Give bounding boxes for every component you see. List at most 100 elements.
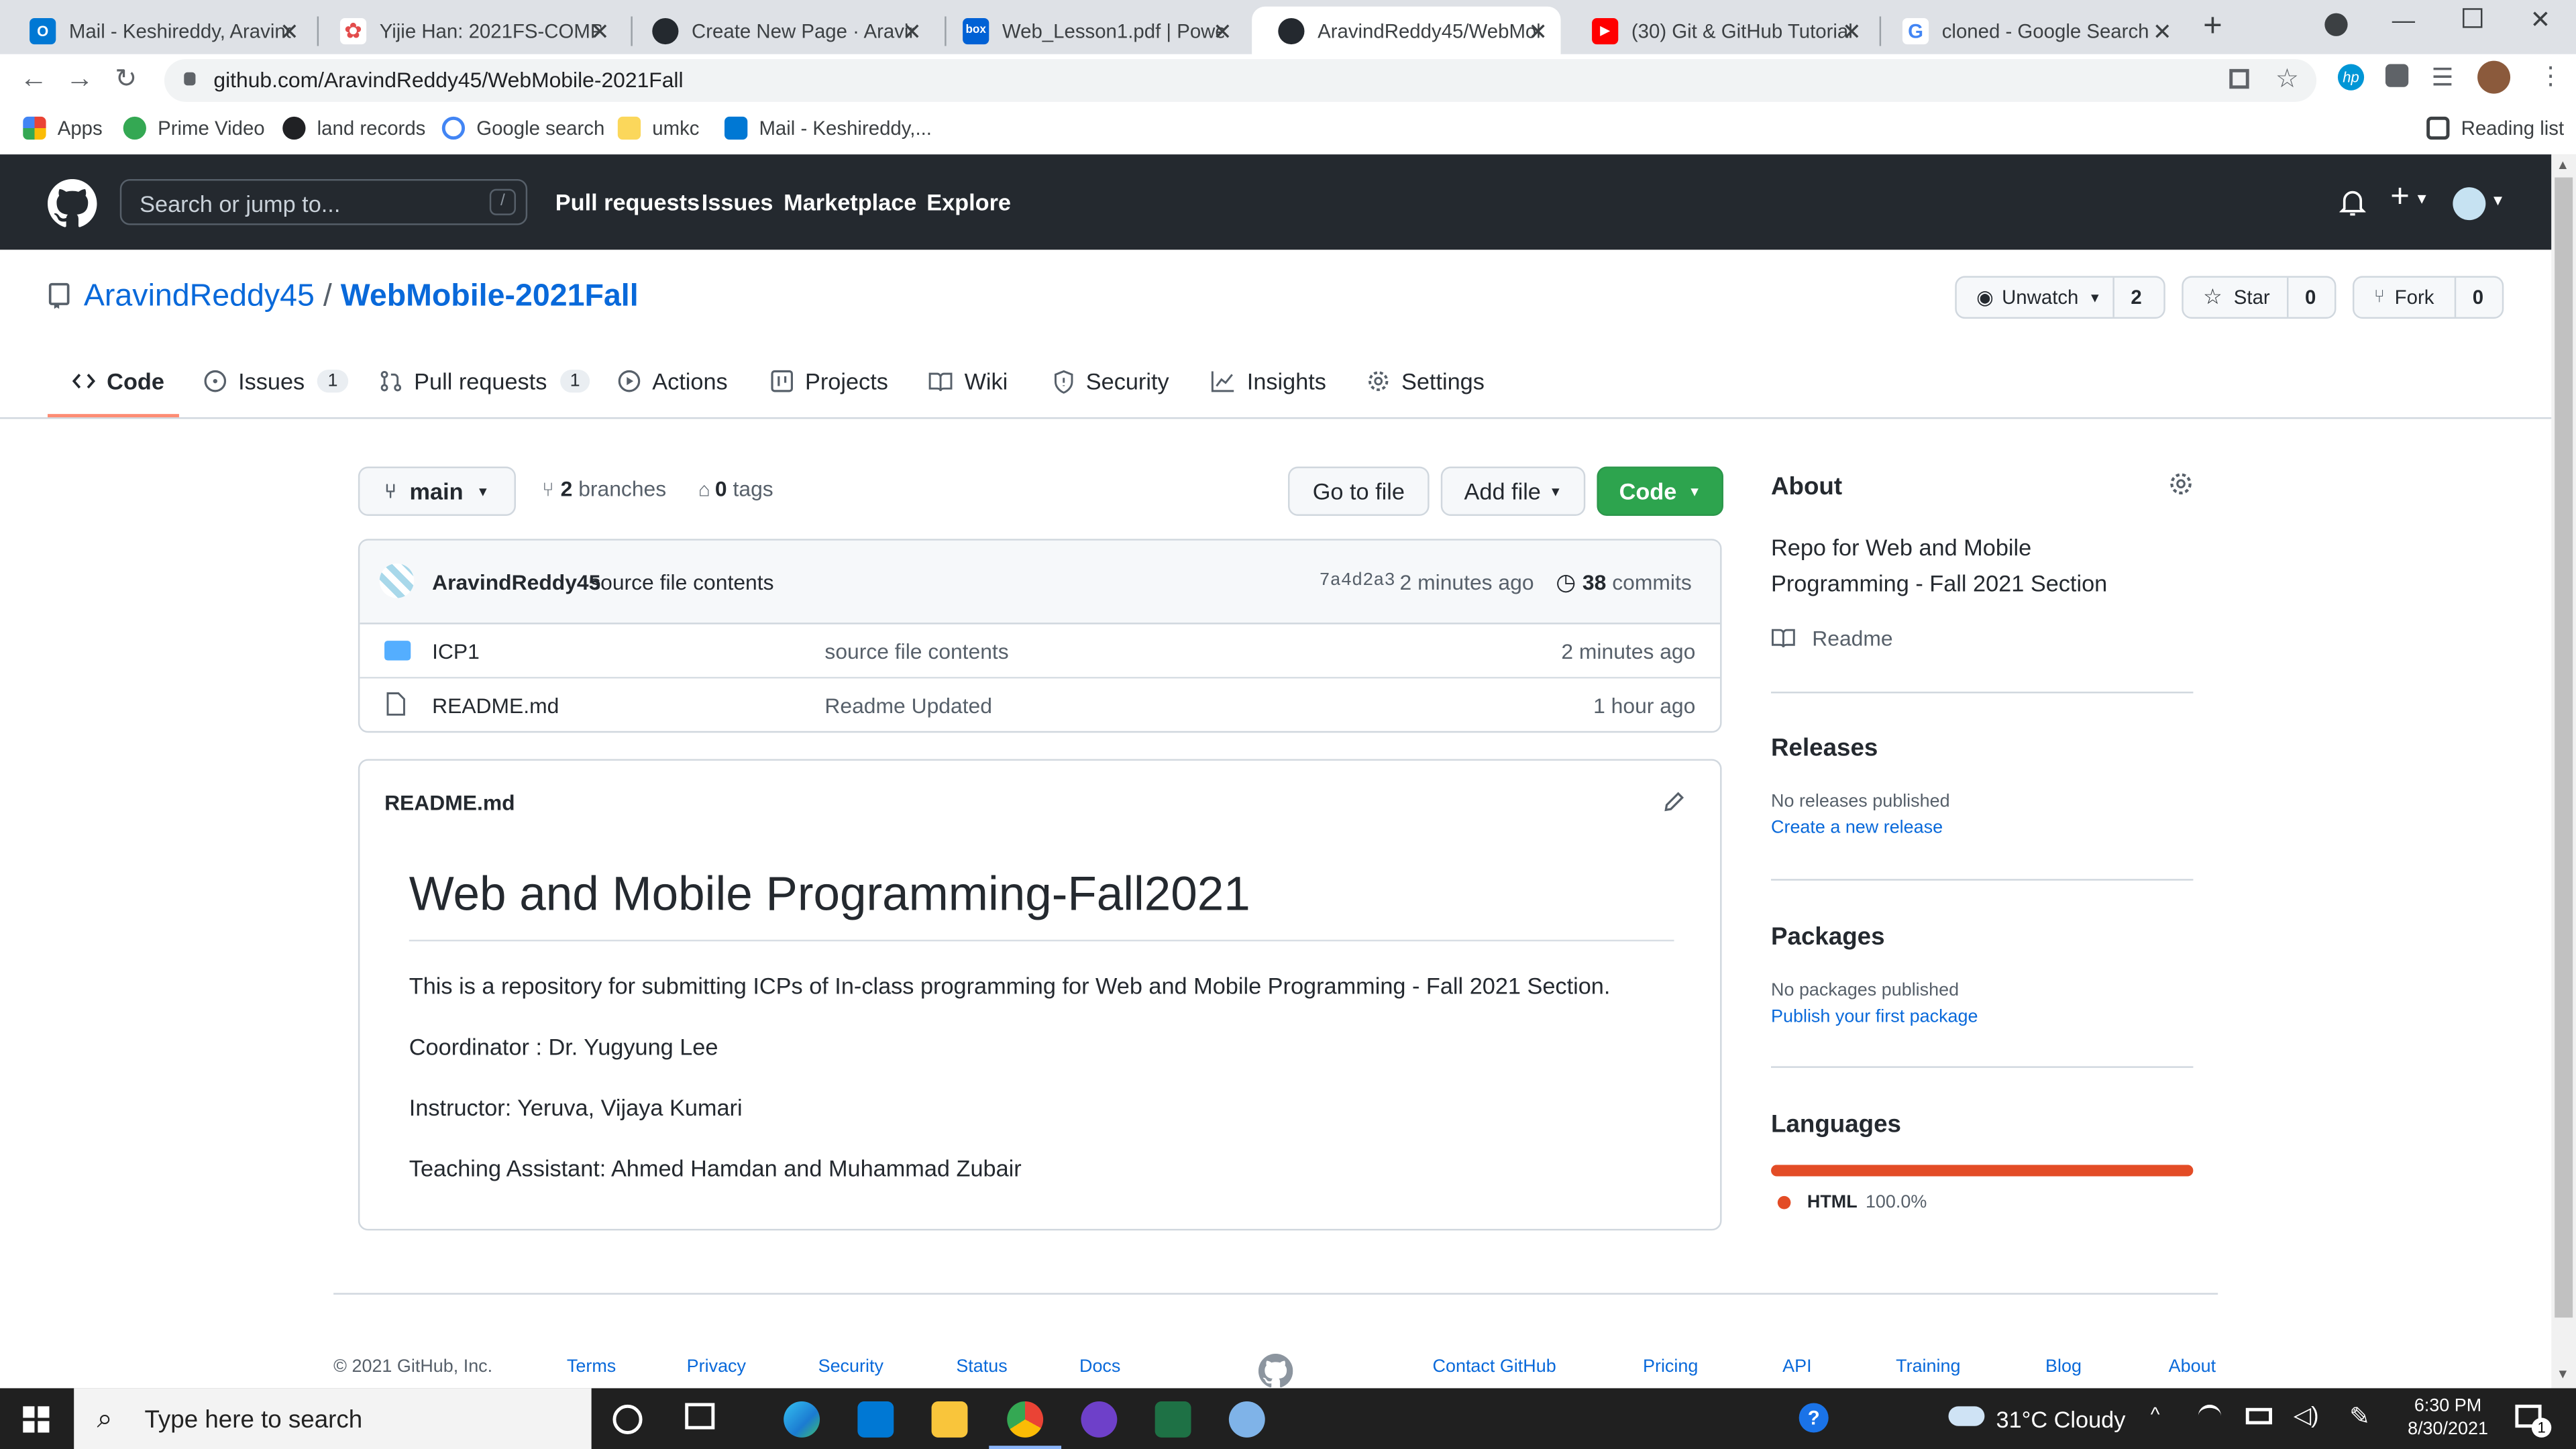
footer-link-docs[interactable]: Docs xyxy=(1079,1357,1120,1377)
reading-list[interactable]: Reading list xyxy=(2426,116,2564,140)
bookmark-google-search[interactable]: Google search xyxy=(441,116,604,140)
readme-link[interactable]: Readme xyxy=(1771,626,1893,651)
close-icon[interactable]: ✕ xyxy=(280,18,299,46)
new-tab-icon[interactable]: + xyxy=(2203,8,2222,46)
volume-icon[interactable]: ◁) xyxy=(2294,1401,2319,1430)
help-icon[interactable]: ? xyxy=(1799,1403,1829,1433)
tab-search-icon[interactable] xyxy=(2324,13,2348,36)
star-button[interactable]: ☆ Star 0 xyxy=(2182,276,2337,319)
footer-link-blog[interactable]: Blog xyxy=(2045,1357,2082,1377)
packages-heading[interactable]: Packages xyxy=(1771,923,1885,951)
language-html[interactable]: HTML 100.0% xyxy=(1777,1193,1927,1212)
profile-avatar[interactable] xyxy=(2477,60,2511,94)
branch-select-button[interactable]: ⑂ main ▼ xyxy=(358,466,516,516)
github-logo-icon[interactable] xyxy=(1258,1353,1293,1388)
close-icon[interactable]: ✕ xyxy=(1213,18,1232,46)
scroll-down-icon[interactable]: ▼ xyxy=(2557,1367,2569,1382)
browser-tab-mail[interactable]: O Mail - Keshireddy, Aravind ✕ xyxy=(3,7,312,54)
tab-issues[interactable]: Issues 1 xyxy=(204,368,348,394)
nav-explore[interactable]: Explore xyxy=(926,189,1011,215)
close-icon[interactable]: ✕ xyxy=(1842,18,1862,46)
address-bar[interactable]: github.com/AravindReddy45/WebMobile-2021… xyxy=(164,59,2317,102)
store-icon[interactable] xyxy=(857,1401,894,1438)
browser-tab-active[interactable]: AravindReddy45/WebMobi ✕ xyxy=(1252,6,1561,54)
qr-code-icon[interactable] xyxy=(2229,68,2249,89)
close-icon[interactable]: ✕ xyxy=(2153,18,2172,46)
bookmark-umkc[interactable]: umkc xyxy=(617,116,699,140)
cloud-weather-icon[interactable] xyxy=(1948,1406,1985,1426)
minimize-icon[interactable]: — xyxy=(2392,7,2415,33)
close-icon[interactable]: ✕ xyxy=(1528,18,1548,46)
create-new-icon[interactable]: + ▼ xyxy=(2390,179,2429,217)
repo-owner-link[interactable]: AravindReddy45 xyxy=(84,279,315,313)
footer-link-terms[interactable]: Terms xyxy=(567,1357,616,1377)
browser-tab-create-page[interactable]: Create New Page · AravindR ✕ xyxy=(626,7,934,54)
file-row[interactable]: README.md Readme Updated 1 hour ago xyxy=(360,677,1720,731)
file-commit-message[interactable]: Readme Updated xyxy=(824,693,992,718)
releases-heading[interactable]: Releases xyxy=(1771,735,1878,763)
tab-code[interactable]: Code xyxy=(72,368,164,394)
create-release-link[interactable]: Create a new release xyxy=(1771,818,1943,838)
tab-projects[interactable]: Projects xyxy=(771,368,888,394)
edge-icon[interactable] xyxy=(784,1401,820,1438)
file-row[interactable]: ICP1 source file contents 2 minutes ago xyxy=(360,623,1721,679)
file-explorer-icon[interactable] xyxy=(931,1401,968,1438)
user-avatar[interactable] xyxy=(2453,187,2486,221)
nav-marketplace[interactable]: Marketplace xyxy=(784,189,916,215)
menu-icon[interactable]: ⋮ xyxy=(2538,61,2563,91)
back-icon[interactable]: ← xyxy=(19,62,48,95)
gear-icon[interactable] xyxy=(2169,472,2194,496)
reload-icon[interactable]: ↻ xyxy=(115,62,137,95)
paint-icon[interactable] xyxy=(1228,1401,1265,1438)
nav-issues[interactable]: Issues xyxy=(702,189,773,215)
excel-icon[interactable] xyxy=(1155,1401,1191,1438)
unwatch-button[interactable]: ◉ Unwatch ▼ 2 xyxy=(1955,276,2165,319)
commit-sha[interactable]: 7a4d2a3 xyxy=(1320,572,1395,591)
browser-tab-canvas[interactable]: ✿ Yijie Han: 2021FS-COMP_S ✕ xyxy=(314,7,623,54)
page-scrollbar[interactable]: ▲ ▼ xyxy=(2551,154,2576,1389)
tab-insights[interactable]: Insights xyxy=(1211,368,1326,394)
fork-count[interactable]: 0 xyxy=(2456,286,2500,309)
go-to-file-button[interactable]: Go to file xyxy=(1288,466,1430,516)
add-file-button[interactable]: Add file ▼ xyxy=(1440,466,1586,516)
wifi-icon[interactable] xyxy=(2198,1404,2222,1428)
windows-start-icon[interactable] xyxy=(23,1406,50,1433)
tab-security[interactable]: Security xyxy=(1053,368,1169,394)
footer-link-privacy[interactable]: Privacy xyxy=(687,1357,746,1377)
star-count[interactable]: 0 xyxy=(2288,286,2332,309)
close-icon[interactable]: ✕ xyxy=(590,18,610,46)
weather-text[interactable]: 31°C Cloudy xyxy=(1996,1406,2126,1432)
nav-pull-requests[interactable]: Pull requests xyxy=(555,189,700,215)
clock[interactable]: 6:30 PM 8/30/2021 xyxy=(2402,1395,2493,1441)
bookmark-apps[interactable]: Apps xyxy=(23,116,103,140)
pencil-edit-icon[interactable] xyxy=(1662,790,1685,813)
browser-tab-google[interactable]: G cloned - Google Search ✕ xyxy=(1876,7,2185,54)
github-desktop-icon[interactable] xyxy=(1081,1401,1118,1438)
publish-package-link[interactable]: Publish your first package xyxy=(1771,1007,1978,1026)
browser-tab-pdf[interactable]: box Web_Lesson1.pdf | Powered ✕ xyxy=(936,7,1245,54)
branches-link[interactable]: ⑂ 2 branches xyxy=(542,476,666,501)
media-controls-icon[interactable]: ☰ xyxy=(2432,62,2454,93)
restore-icon[interactable] xyxy=(2463,8,2483,28)
task-view-icon[interactable] xyxy=(685,1403,715,1430)
footer-link-status[interactable]: Status xyxy=(956,1357,1007,1377)
watch-count[interactable]: 2 xyxy=(2114,286,2158,309)
hp-extension-icon[interactable]: hp xyxy=(2337,64,2365,91)
chevron-up-icon[interactable]: ^ xyxy=(2151,1403,2160,1426)
file-commit-message[interactable]: source file contents xyxy=(824,639,1008,664)
close-icon[interactable]: ✕ xyxy=(902,18,922,46)
bell-icon[interactable] xyxy=(2339,189,2366,217)
commit-message[interactable]: source file contents xyxy=(590,570,773,595)
footer-link-api[interactable]: API xyxy=(1782,1357,1811,1377)
cortana-icon[interactable] xyxy=(612,1404,643,1434)
footer-link-training[interactable]: Training xyxy=(1896,1357,1960,1377)
footer-link-pricing[interactable]: Pricing xyxy=(1643,1357,1698,1377)
bookmark-mail[interactable]: Mail - Keshireddy,... xyxy=(724,116,932,140)
scroll-thumb[interactable] xyxy=(2555,177,2573,1318)
chevron-down-icon[interactable]: ▼ xyxy=(2491,193,2506,209)
bookmark-land-records[interactable]: land records xyxy=(282,116,425,140)
forward-icon[interactable]: → xyxy=(66,62,94,95)
tags-link[interactable]: ⌂ 0 tags xyxy=(698,476,773,501)
battery-icon[interactable] xyxy=(2245,1407,2272,1425)
chrome-icon[interactable] xyxy=(1007,1401,1044,1438)
